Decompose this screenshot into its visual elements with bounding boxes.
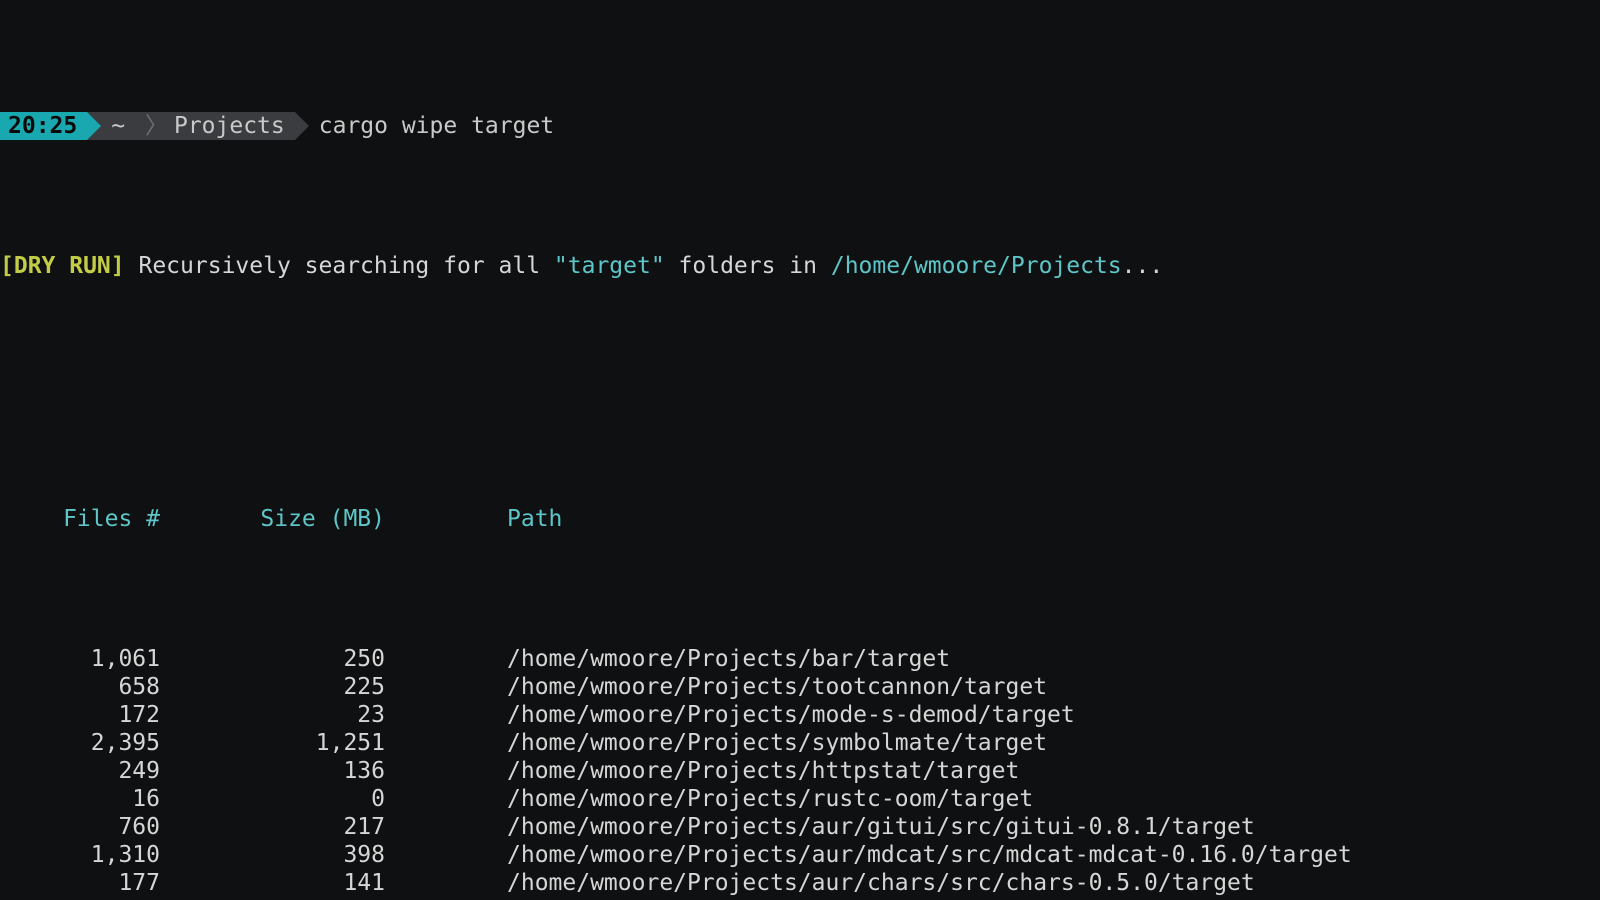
cell-path: /home/wmoore/Projects/httpstat/target (385, 757, 1019, 785)
cell-size: 250 (160, 645, 385, 673)
prompt-dir: Projects (174, 112, 285, 140)
cell-path: /home/wmoore/Projects/aur/mdcat/src/mdca… (385, 841, 1352, 869)
prompt-command: cargo wipe target (295, 112, 554, 140)
cell-files: 2,395 (0, 729, 160, 757)
table-row: 1,061250/home/wmoore/Projects/bar/target (0, 645, 1600, 673)
cell-size: 217 (160, 813, 385, 841)
blank-line (0, 365, 1600, 393)
prompt-home: ~ (111, 112, 125, 140)
cell-files: 1,061 (0, 645, 160, 673)
cell-files: 249 (0, 757, 160, 785)
prompt-time: 20:25 (8, 112, 77, 140)
chevron-right-icon: 〉 (131, 112, 168, 140)
cell-size: 141 (160, 869, 385, 897)
table-body: 1,061250/home/wmoore/Projects/bar/target… (0, 645, 1600, 900)
cell-files: 760 (0, 813, 160, 841)
cell-size: 23 (160, 701, 385, 729)
header-size: Size (MB) (160, 505, 385, 533)
cell-files: 16 (0, 785, 160, 813)
table-row: 2,3951,251/home/wmoore/Projects/symbolma… (0, 729, 1600, 757)
cell-path: /home/wmoore/Projects/tootcannon/target (385, 673, 1047, 701)
cell-path: /home/wmoore/Projects/aur/chars/src/char… (385, 869, 1255, 897)
cell-size: 1,251 (160, 729, 385, 757)
cell-path: /home/wmoore/Projects/aur/gitui/src/gitu… (385, 813, 1255, 841)
cell-files: 1,310 (0, 841, 160, 869)
table-row: 17223/home/wmoore/Projects/mode-s-demod/… (0, 701, 1600, 729)
cell-files: 658 (0, 673, 160, 701)
cell-path: /home/wmoore/Projects/rustc-oom/target (385, 785, 1033, 813)
header-path: Path (385, 505, 562, 533)
cell-path: /home/wmoore/Projects/symbolmate/target (385, 729, 1047, 757)
header-files: Files # (0, 505, 160, 533)
prompt-line[interactable]: 20:25 ~ 〉Projects cargo wipe target (0, 112, 1600, 140)
prompt-path-segment: ~ 〉Projects (87, 112, 295, 140)
prompt-time-segment: 20:25 (0, 112, 87, 140)
cell-files: 172 (0, 701, 160, 729)
cell-files: 177 (0, 869, 160, 897)
cell-size: 225 (160, 673, 385, 701)
table-row: 160/home/wmoore/Projects/rustc-oom/targe… (0, 785, 1600, 813)
search-middle: folders in (665, 253, 831, 279)
table-row: 658225/home/wmoore/Projects/tootcannon/t… (0, 673, 1600, 701)
dry-run-line: [DRY RUN] Recursively searching for all … (0, 252, 1600, 280)
cell-size: 136 (160, 757, 385, 785)
search-prefix: Recursively searching for all (138, 253, 553, 279)
table-row: 1,310398/home/wmoore/Projects/aur/mdcat/… (0, 841, 1600, 869)
search-quote: "target" (554, 253, 665, 279)
search-suffix: ... (1122, 253, 1164, 279)
cell-path: /home/wmoore/Projects/bar/target (385, 645, 950, 673)
table-row: 177141/home/wmoore/Projects/aur/chars/sr… (0, 869, 1600, 897)
cell-size: 0 (160, 785, 385, 813)
table-row: 249136/home/wmoore/Projects/httpstat/tar… (0, 757, 1600, 785)
cell-size: 398 (160, 841, 385, 869)
cell-path: /home/wmoore/Projects/mode-s-demod/targe… (385, 701, 1075, 729)
table-row: 760217/home/wmoore/Projects/aur/gitui/sr… (0, 813, 1600, 841)
dry-run-tag: [DRY RUN] (0, 253, 125, 279)
search-path: /home/wmoore/Projects (831, 253, 1122, 279)
table-header: Files # Size (MB) Path (0, 505, 1600, 533)
